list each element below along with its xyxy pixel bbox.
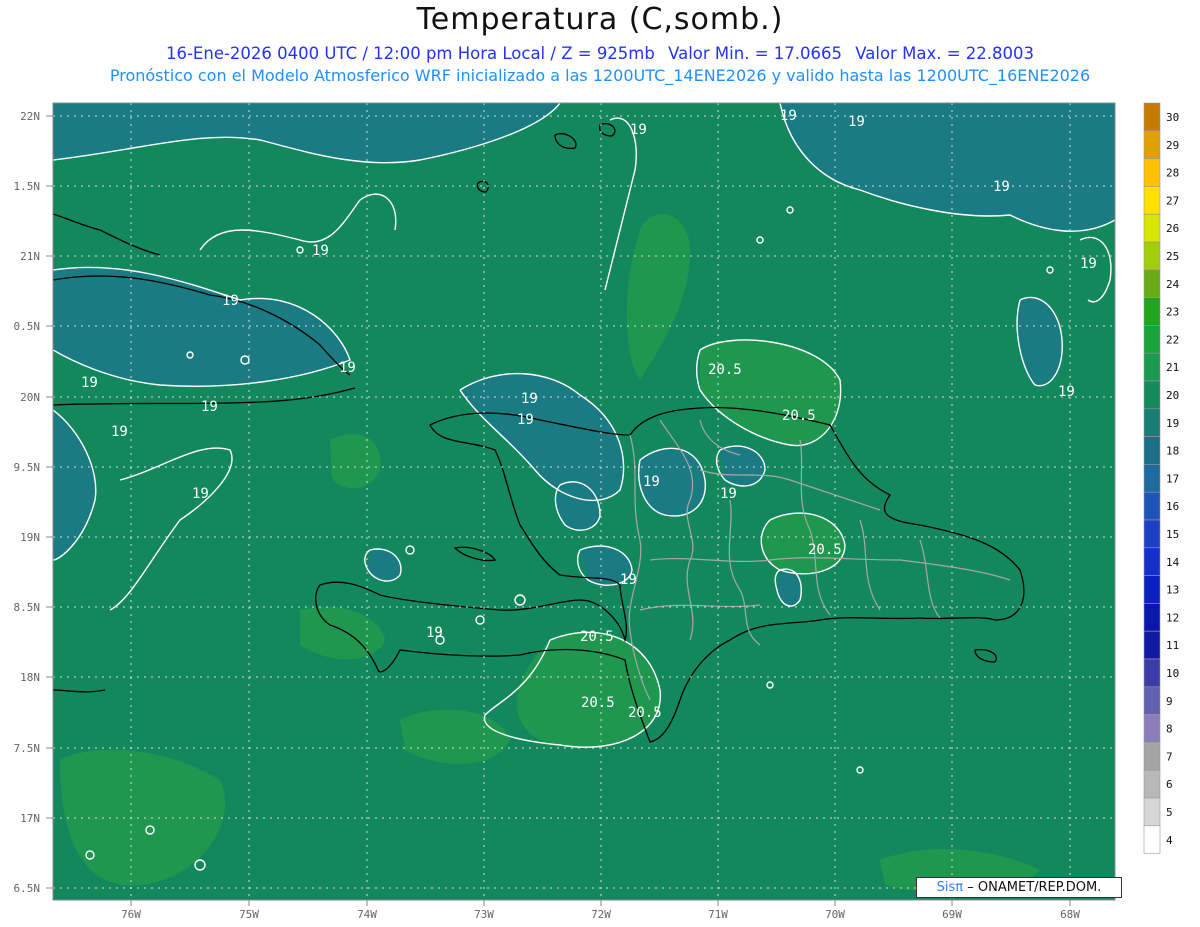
colorbar-boxes (1143, 102, 1161, 854)
colorbar-box (1143, 464, 1161, 493)
colorbar-box (1143, 658, 1161, 688)
colorbar-box (1143, 352, 1161, 382)
colorbar-box (1143, 547, 1161, 576)
colorbar-box (1143, 797, 1161, 827)
colorbar-label: 17 (1166, 472, 1179, 485)
colorbar-label: 14 (1166, 556, 1180, 569)
colorbar-labels: 30 29 28 27 26 25 24 23 22 21 20 19 18 17 16 15 14 13 12 11… (1166, 111, 1180, 847)
colorbar-box (1143, 130, 1161, 159)
colorbar-box (1143, 519, 1161, 549)
colorbar-box (1143, 408, 1161, 437)
colorbar-box (1143, 380, 1161, 410)
colorbar-box (1143, 297, 1161, 326)
colorbar-box (1143, 436, 1161, 465)
colorbar-box (1143, 325, 1161, 354)
colorbar-label: 27 (1166, 194, 1179, 207)
colorbar-label: 12 (1166, 611, 1179, 624)
colorbar-box (1143, 742, 1161, 771)
credit-text: – ONAMET/REP.DOM. (967, 880, 1102, 895)
colorbar-box (1143, 630, 1161, 660)
colorbar: 30 29 28 27 26 25 24 23 22 21 20 19 18 17 16 15 14 13 12 11… (1143, 102, 1180, 854)
colorbar-box (1143, 575, 1161, 604)
colorbar-label: 23 (1166, 306, 1179, 319)
colorbar-box (1143, 714, 1161, 743)
colorbar-label: 24 (1166, 278, 1180, 291)
colorbar-box (1143, 241, 1161, 271)
credit-box: Sisπ – ONAMET/REP.DOM. (916, 877, 1122, 898)
colorbar-box (1143, 186, 1161, 215)
colorbar-label: 25 (1166, 250, 1179, 263)
colorbar-label: 4 (1166, 834, 1173, 847)
colorbar-label: 13 (1166, 584, 1179, 597)
colorbar-label: 21 (1166, 361, 1179, 374)
colorbar-label: 9 (1166, 695, 1173, 708)
colorbar-label: 6 (1166, 778, 1173, 791)
colorbar-box (1143, 102, 1161, 132)
colorbar-box (1143, 686, 1161, 715)
credit-brand: Sisπ (936, 880, 964, 895)
colorbar-box (1143, 491, 1161, 521)
colorbar-label: 29 (1166, 139, 1179, 152)
colorbar-label: 10 (1166, 667, 1179, 680)
colorbar-label: 28 (1166, 167, 1179, 180)
colorbar-label: 18 (1166, 445, 1179, 458)
colorbar-box (1143, 269, 1161, 298)
colorbar-label: 5 (1166, 806, 1173, 819)
colorbar-label: 19 (1166, 417, 1179, 430)
colorbar-label: 22 (1166, 333, 1179, 346)
colorbar-label: 8 (1166, 723, 1173, 736)
colorbar-box (1143, 769, 1161, 799)
colorbar-label: 26 (1166, 222, 1179, 235)
colorbar-label: 15 (1166, 528, 1179, 541)
colorbar-label: 11 (1166, 639, 1179, 652)
colorbar-box (1143, 603, 1161, 632)
colorbar-label: 7 (1166, 750, 1173, 763)
colorbar-label: 30 (1166, 111, 1179, 124)
colorbar-label: 16 (1166, 500, 1179, 513)
colorbar-label: 20 (1166, 389, 1179, 402)
colorbar-box (1143, 825, 1161, 854)
colorbar-box (1143, 158, 1161, 187)
colorbar-box (1143, 213, 1161, 243)
